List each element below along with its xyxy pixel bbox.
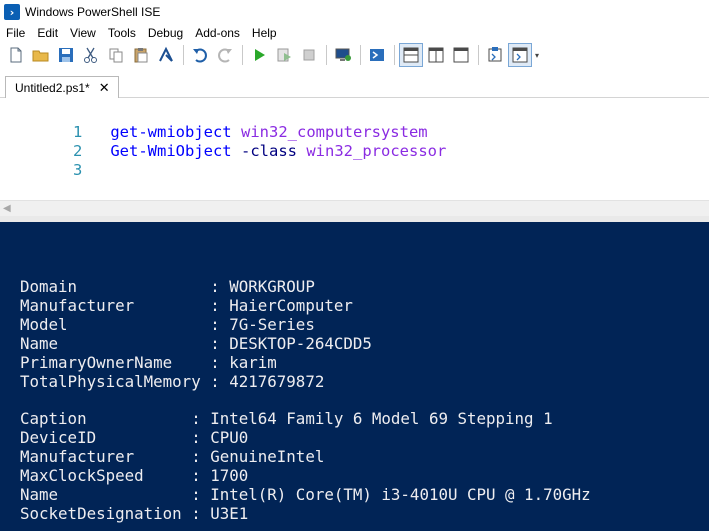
window-title: Windows PowerShell ISE — [25, 5, 161, 19]
show-script-pane-icon[interactable] — [508, 43, 532, 67]
paste-icon[interactable] — [130, 44, 152, 66]
parameter: -class — [241, 142, 297, 160]
powershell-icon[interactable] — [366, 44, 388, 66]
toolbar: ▾ — [0, 42, 709, 68]
title-bar: › Windows PowerShell ISE — [0, 0, 709, 24]
script-pane-right-icon[interactable] — [425, 44, 447, 66]
argument: win32_processor — [306, 142, 447, 160]
menu-tools[interactable]: Tools — [102, 26, 142, 40]
remote-powershell-icon[interactable] — [332, 44, 354, 66]
console-line: Name : Intel(R) Core(TM) i3-4010U CPU @ … — [20, 485, 591, 504]
undo-icon[interactable] — [189, 44, 211, 66]
console-line: Manufacturer : GenuineIntel — [20, 447, 325, 466]
clear-console-icon[interactable] — [155, 44, 177, 66]
redo-icon[interactable] — [214, 44, 236, 66]
console-line: Domain : WORKGROUP — [20, 277, 315, 296]
toolbar-separator — [394, 45, 395, 65]
toolbar-overflow-icon[interactable]: ▾ — [535, 51, 539, 60]
tab-label: Untitled2.ps1* — [15, 81, 90, 95]
code-line: 1 get-wmiobject win32_computersystem — [0, 102, 428, 141]
tab-untitled2[interactable]: Untitled2.ps1* ✕ — [5, 76, 119, 99]
cut-icon[interactable] — [80, 44, 102, 66]
toolbar-separator — [242, 45, 243, 65]
script-pane-top-icon[interactable] — [399, 43, 423, 67]
run-icon[interactable] — [248, 44, 270, 66]
open-folder-icon[interactable] — [30, 44, 52, 66]
console-line: PrimaryOwnerName : karim — [20, 353, 277, 372]
line-number: 3 — [72, 161, 83, 179]
menu-debug[interactable]: Debug — [142, 26, 189, 40]
console-line: DeviceID : CPU0 — [20, 428, 249, 447]
toolbar-separator — [478, 45, 479, 65]
console-line: Model : 7G-Series — [20, 315, 315, 334]
toolbar-separator — [183, 45, 184, 65]
commands-addon-icon[interactable] — [484, 44, 506, 66]
cmdlet: Get-WmiObject — [110, 142, 232, 160]
console-line: Name : DESKTOP-264CDD5 — [20, 334, 372, 353]
script-editor[interactable]: 1 get-wmiobject win32_computersystem 2 Get… — [0, 98, 709, 216]
menu-view[interactable]: View — [64, 26, 102, 40]
toolbar-separator — [326, 45, 327, 65]
console-line: SocketDesignation : U3E1 — [20, 504, 249, 523]
console-line: MaxClockSpeed : 1700 — [20, 466, 249, 485]
console-line: TotalPhysicalMemory : 4217679872 — [20, 372, 325, 391]
powershell-app-icon: › — [4, 4, 20, 20]
save-icon[interactable] — [55, 44, 77, 66]
console-line: Caption : Intel64 Family 6 Model 69 Step… — [20, 409, 553, 428]
script-tabs: Untitled2.ps1* ✕ — [0, 72, 709, 99]
stop-icon[interactable] — [298, 44, 320, 66]
copy-icon[interactable] — [105, 44, 127, 66]
script-pane-max-icon[interactable] — [450, 44, 472, 66]
menu-edit[interactable]: Edit — [31, 26, 64, 40]
editor-horizontal-scrollbar[interactable]: ◀ — [0, 200, 709, 216]
run-selection-icon[interactable] — [273, 44, 295, 66]
code-line: 2 Get-WmiObject -class win32_processor — [0, 121, 446, 160]
console-line: Manufacturer : HaierComputer — [20, 296, 353, 315]
menu-file[interactable]: File — [0, 26, 31, 40]
menu-add-ons[interactable]: Add-ons — [189, 26, 246, 40]
menu-help[interactable]: Help — [246, 26, 283, 40]
code-line: 3 — [0, 140, 110, 179]
close-icon[interactable]: ✕ — [99, 81, 110, 96]
scroll-left-icon[interactable]: ◀ — [3, 203, 11, 214]
console-pane[interactable]: Domain : WORKGROUP Manufacturer : HaierC… — [0, 222, 709, 531]
toolbar-separator — [360, 45, 361, 65]
new-file-icon[interactable] — [5, 44, 27, 66]
menu-bar: File Edit View Tools Debug Add-ons Help — [0, 24, 709, 42]
